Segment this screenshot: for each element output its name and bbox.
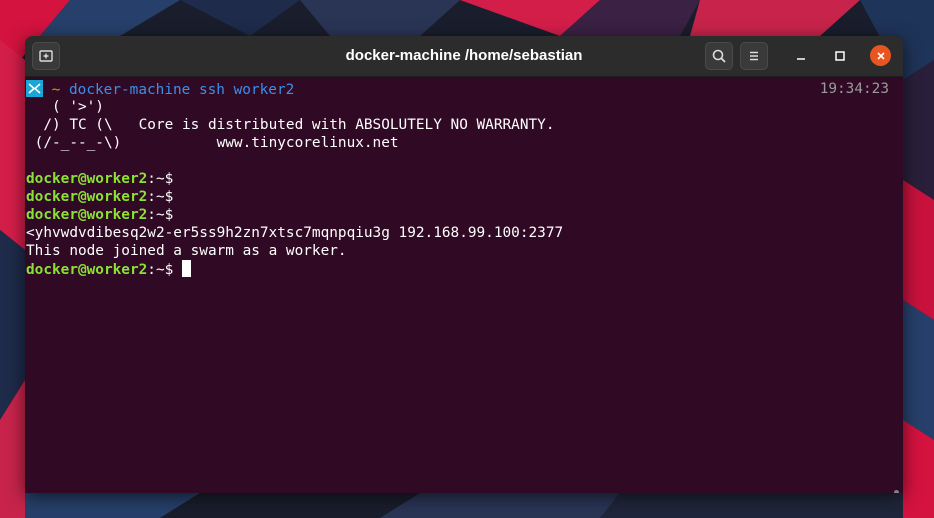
banner-line-1: ( '>') xyxy=(26,99,104,115)
prompt-sep: :~$ xyxy=(147,207,174,223)
prompt-sep: :~$ xyxy=(147,262,182,278)
shell-prompt: docker@worker2:~$ xyxy=(26,206,173,224)
scrollbar-thumb[interactable] xyxy=(894,490,899,493)
active-prompt: docker@worker2:~$ xyxy=(26,260,191,278)
prompt-sep: :~$ xyxy=(147,171,174,187)
maximize-button[interactable] xyxy=(830,46,850,66)
prompt-user: docker@worker2 xyxy=(26,207,148,223)
search-button[interactable] xyxy=(705,42,733,70)
hamburger-menu-icon xyxy=(750,51,758,61)
search-icon xyxy=(712,49,726,63)
output-line-2: This node joined a swarm as a worker. xyxy=(26,243,347,259)
minimize-button[interactable] xyxy=(791,46,811,66)
prompt-user: docker@worker2 xyxy=(26,189,148,205)
close-button[interactable] xyxy=(870,45,891,66)
menu-button[interactable] xyxy=(740,42,768,70)
shell-prompt: docker@worker2:~$ xyxy=(26,188,173,206)
output-line-1: <yhvwdvdibesq2w2-er5ss9h2zn7xtsc7mqnpqiu… xyxy=(26,225,564,241)
text-cursor xyxy=(181,260,191,277)
close-icon xyxy=(876,51,885,60)
command-line: ~ docker-machine ssh worker2 xyxy=(26,80,294,98)
prompt-user: docker@worker2 xyxy=(26,262,148,278)
minimize-icon xyxy=(797,58,805,60)
shell-prompt: docker@worker2:~$ xyxy=(26,170,173,188)
prompt-timestamp: 19:34:23 xyxy=(819,81,889,97)
command-name: docker-machine xyxy=(69,82,191,98)
terminal-window: docker-machine /home/sebastian ~ docker-… xyxy=(25,36,903,493)
prompt-tilde: ~ xyxy=(51,82,61,98)
prompt-user: docker@worker2 xyxy=(26,171,148,187)
command-args: ssh worker2 xyxy=(198,82,295,98)
terminal-output[interactable]: ~ docker-machine ssh worker2 19:34:23 ( … xyxy=(25,77,903,493)
window-title: docker-machine /home/sebastian xyxy=(345,47,583,64)
banner-line-2: /) TC (\ Core is distributed with ABSOLU… xyxy=(26,117,555,133)
prompt-sep: :~$ xyxy=(147,189,174,205)
banner-line-3: (/-_--_-\) www.tinycorelinux.net xyxy=(26,135,399,151)
maximize-icon xyxy=(835,51,845,61)
title-bar: docker-machine /home/sebastian xyxy=(25,36,903,77)
vscode-badge-icon xyxy=(26,80,43,97)
